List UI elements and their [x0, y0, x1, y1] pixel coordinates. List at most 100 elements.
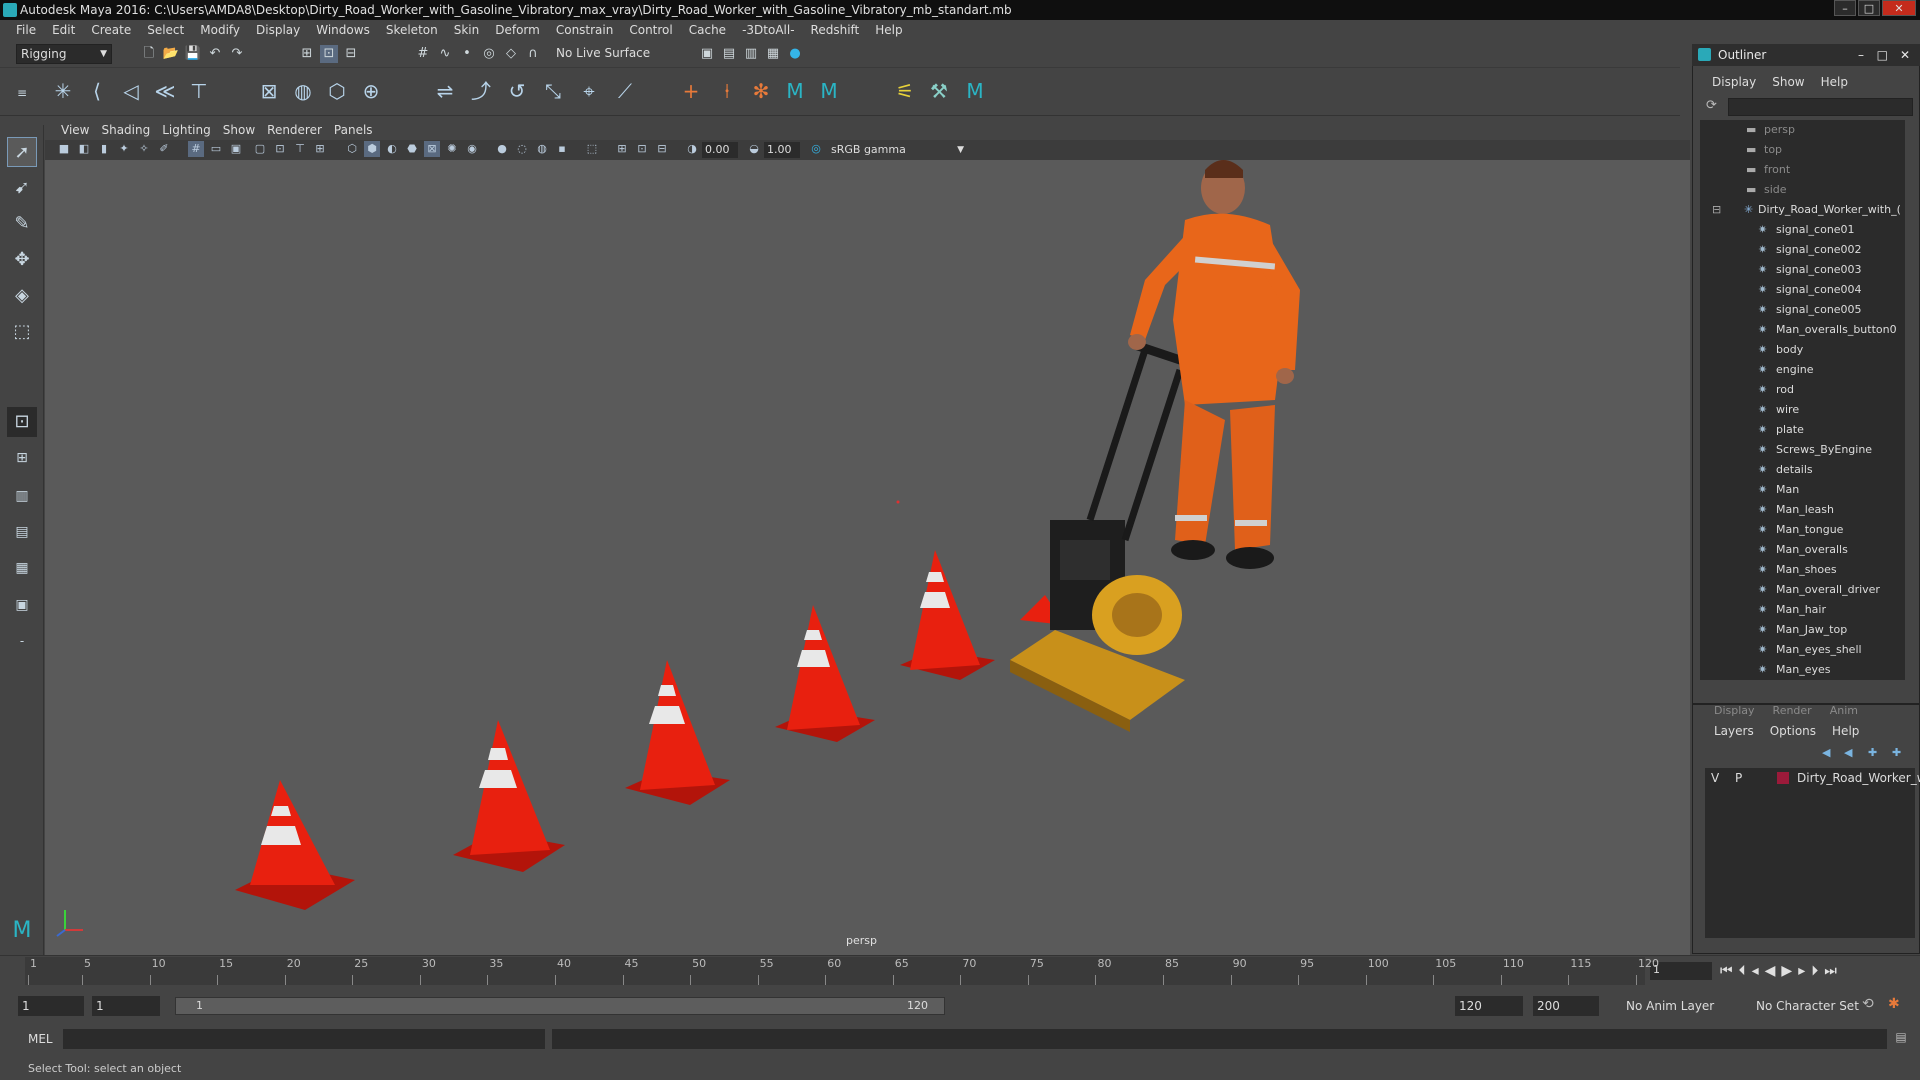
- render-view-icon[interactable]: ▣: [698, 45, 716, 63]
- outliner-menu-show[interactable]: Show: [1764, 75, 1812, 89]
- view-transform-dropdown[interactable]: sRGB gamma ▼: [828, 142, 968, 158]
- menu-constrain[interactable]: Constrain: [548, 23, 622, 37]
- textured-icon[interactable]: ⊠: [424, 141, 440, 157]
- motion-blur-icon[interactable]: ◌: [514, 141, 530, 157]
- cluster-icon[interactable]: ⊕: [356, 76, 386, 106]
- menu-select[interactable]: Select: [139, 23, 192, 37]
- joint-tool-icon[interactable]: ✳: [48, 76, 78, 106]
- outliner-item[interactable]: ✷ Man_overalls_button0: [1700, 320, 1905, 340]
- safe-title-icon[interactable]: ⊞: [312, 141, 328, 157]
- isolate-select-icon[interactable]: ⬚: [584, 141, 600, 157]
- open-scene-icon[interactable]: 📂: [162, 45, 180, 63]
- hik-icon[interactable]: M: [780, 76, 810, 106]
- step-forward-frame-icon[interactable]: ▸: [1798, 963, 1805, 979]
- menu-set-dropdown[interactable]: Rigging ▼: [16, 44, 112, 64]
- outliner-item[interactable]: ✷ signal_cone003: [1700, 260, 1905, 280]
- menu-skin[interactable]: Skin: [446, 23, 488, 37]
- field-chart-icon[interactable]: ⊡: [272, 141, 288, 157]
- persp-graph-icon[interactable]: ▤: [7, 517, 37, 547]
- shelf-options-icon[interactable]: ≡: [14, 78, 30, 108]
- auto-key-icon[interactable]: ⟲: [1862, 996, 1874, 1012]
- film-gate-icon[interactable]: ▭: [208, 141, 224, 157]
- outliner-list[interactable]: ▬ persp ▬ top ▬ front ▬ side ⊟ ✳ Dirty_R…: [1700, 120, 1905, 680]
- xray-components-icon[interactable]: ⊟: [654, 141, 670, 157]
- layer-menu-layers[interactable]: Layers: [1706, 724, 1762, 742]
- orient-constraint-icon[interactable]: ↺: [502, 76, 532, 106]
- exposure-field[interactable]: 0.00: [702, 142, 738, 158]
- outliner-refresh-icon[interactable]: ⟳: [1706, 98, 1717, 113]
- curve-locator-icon[interactable]: ⍿: [712, 76, 742, 106]
- select-object-icon[interactable]: ⊡: [320, 45, 338, 63]
- outliner-item[interactable]: ✷ Man_leash: [1700, 500, 1905, 520]
- outliner-search-input[interactable]: [1728, 98, 1913, 116]
- new-scene-icon[interactable]: 🗋: [140, 45, 158, 63]
- step-back-frame-icon[interactable]: ◂: [1752, 963, 1759, 979]
- outliner-item[interactable]: ✷ signal_cone01: [1700, 220, 1905, 240]
- render-settings-icon[interactable]: ▦: [764, 45, 782, 63]
- command-language-label[interactable]: MEL: [28, 1032, 53, 1046]
- paint-select-icon[interactable]: ✎: [7, 209, 37, 239]
- layer-menu-options[interactable]: Options: [1762, 724, 1824, 742]
- menu-display[interactable]: Display: [248, 23, 308, 37]
- menu-deform[interactable]: Deform: [487, 23, 548, 37]
- go-to-end-icon[interactable]: ⏭: [1824, 963, 1837, 979]
- outliner-group-row[interactable]: ⊟ ✳ Dirty_Road_Worker_with_(: [1700, 200, 1905, 220]
- anti-aliasing-icon[interactable]: ◍: [534, 141, 550, 157]
- layer-menu-help[interactable]: Help: [1824, 724, 1867, 742]
- outliner-item[interactable]: ✷ engine: [1700, 360, 1905, 380]
- grease-pencil-icon[interactable]: ✐: [156, 141, 172, 157]
- color-management-icon[interactable]: ◎: [808, 141, 824, 157]
- viewport-persp[interactable]: [45, 120, 1690, 955]
- select-tool-icon[interactable]: ➚: [7, 137, 37, 167]
- outliner-item[interactable]: ✷ signal_cone002: [1700, 240, 1905, 260]
- snap-point-icon[interactable]: •: [458, 45, 476, 63]
- mirror-joint-icon[interactable]: ⊤: [184, 76, 214, 106]
- bind-skin-icon[interactable]: ⊠: [254, 76, 284, 106]
- close-button[interactable]: ✕: [1882, 0, 1916, 16]
- current-frame-field[interactable]: 1: [1650, 962, 1712, 980]
- xray-icon[interactable]: ⊞: [614, 141, 630, 157]
- outliner-item[interactable]: ✷ signal_cone005: [1700, 300, 1905, 320]
- outliner-item[interactable]: ✷ Man_overalls: [1700, 540, 1905, 560]
- outliner-menu-display[interactable]: Display: [1704, 75, 1764, 89]
- play-forward-icon[interactable]: ▶: [1781, 963, 1792, 979]
- step-forward-key-icon[interactable]: ⏵: [1811, 963, 1818, 979]
- outliner-camera-side[interactable]: ▬ side: [1700, 180, 1905, 200]
- locator-icon[interactable]: +: [676, 76, 706, 106]
- camera-attributes-icon[interactable]: ◧: [76, 141, 92, 157]
- wireframe-on-shaded-icon[interactable]: ⬣: [404, 141, 420, 157]
- lasso-tool-icon[interactable]: ➹: [7, 173, 37, 203]
- gate-mask-icon[interactable]: ▢: [252, 141, 268, 157]
- ipr-render-icon[interactable]: ▥: [742, 45, 760, 63]
- menu-modify[interactable]: Modify: [192, 23, 248, 37]
- layer-row[interactable]: V P Dirty_Road_Worker_w: [1705, 768, 1920, 788]
- layer-playback-toggle[interactable]: P: [1735, 768, 1742, 788]
- maya-home-icon[interactable]: M: [7, 916, 37, 946]
- move-layer-up-icon[interactable]: ◀: [1822, 746, 1830, 759]
- tab-render[interactable]: Render: [1773, 704, 1812, 720]
- four-view-icon[interactable]: ⊞: [7, 443, 37, 473]
- use-all-lights-icon[interactable]: ✺: [444, 141, 460, 157]
- outliner-item[interactable]: ✷ Screws_ByEngine: [1700, 440, 1905, 460]
- command-input[interactable]: [63, 1029, 545, 1049]
- pole-vector-icon[interactable]: ⟋: [610, 76, 640, 106]
- move-layer-down-icon[interactable]: ◀: [1844, 746, 1852, 759]
- panel-menu-renderer[interactable]: Renderer: [261, 123, 328, 137]
- tab-anim[interactable]: Anim: [1830, 704, 1858, 720]
- outliner-minimize-button[interactable]: –: [1858, 44, 1864, 66]
- shadows-icon[interactable]: ◉: [464, 141, 480, 157]
- panel-menu-lighting[interactable]: Lighting: [156, 123, 217, 137]
- menu-file[interactable]: File: [8, 23, 44, 37]
- panel-menu-panels[interactable]: Panels: [328, 123, 379, 137]
- outliner-item[interactable]: ✷ Man_Jaw_top: [1700, 620, 1905, 640]
- layer-visibility-toggle[interactable]: V: [1711, 768, 1719, 788]
- outliner-item[interactable]: ✷ Man_shoes: [1700, 560, 1905, 580]
- outliner-camera-persp[interactable]: ▬ persp: [1700, 120, 1905, 140]
- panel-menu-shading[interactable]: Shading: [95, 123, 156, 137]
- rotate-tool-icon[interactable]: ◈: [7, 281, 37, 311]
- play-backward-icon[interactable]: ◀: [1765, 963, 1776, 979]
- anim-start-field[interactable]: 1: [18, 996, 84, 1016]
- gamma-icon[interactable]: ◒: [746, 141, 762, 157]
- live-surface-field[interactable]: No Live Surface: [552, 44, 652, 64]
- outliner-item[interactable]: ✷ wire: [1700, 400, 1905, 420]
